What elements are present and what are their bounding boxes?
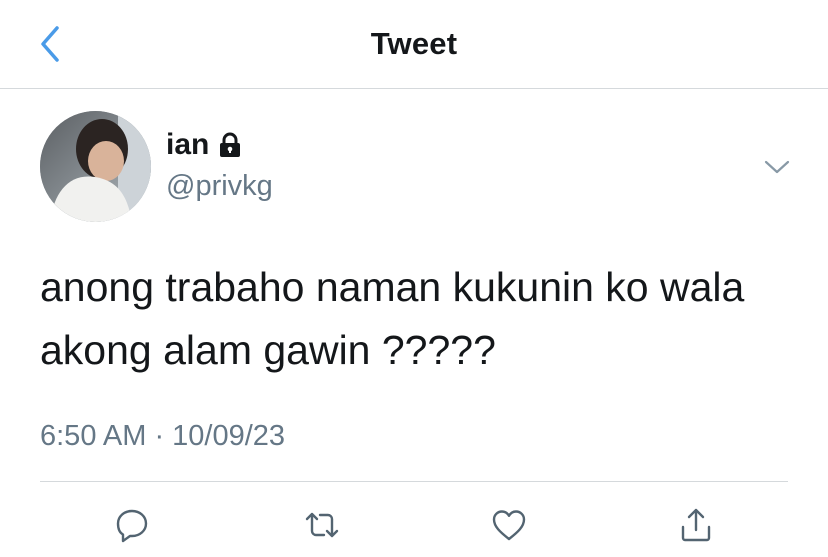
retweet-icon [305, 512, 339, 538]
author-name: ian [166, 128, 210, 161]
tweet-timestamp[interactable]: 6:50 AM · 10/09/23 [40, 420, 285, 453]
like-button[interactable] [484, 500, 534, 550]
author-handle[interactable]: @privkg [166, 170, 273, 203]
reply-icon [116, 509, 148, 543]
avatar-photo [40, 111, 151, 222]
retweet-button[interactable] [297, 500, 347, 550]
nav-header: Tweet [0, 0, 828, 89]
page-title: Tweet [370, 26, 458, 61]
share-button[interactable] [671, 500, 721, 550]
like-icon [492, 510, 526, 541]
avatar[interactable] [40, 111, 151, 222]
action-bar [0, 500, 828, 550]
chevron-down-icon [764, 160, 790, 174]
author-name-row[interactable]: ian [166, 128, 243, 162]
reply-button[interactable] [107, 500, 157, 550]
divider [40, 481, 788, 482]
tweet-text: anong trabaho naman kukunin ko wala akon… [40, 264, 745, 373]
lock-icon [217, 132, 243, 158]
tweet-menu-button[interactable] [760, 150, 794, 184]
share-icon [681, 508, 711, 542]
